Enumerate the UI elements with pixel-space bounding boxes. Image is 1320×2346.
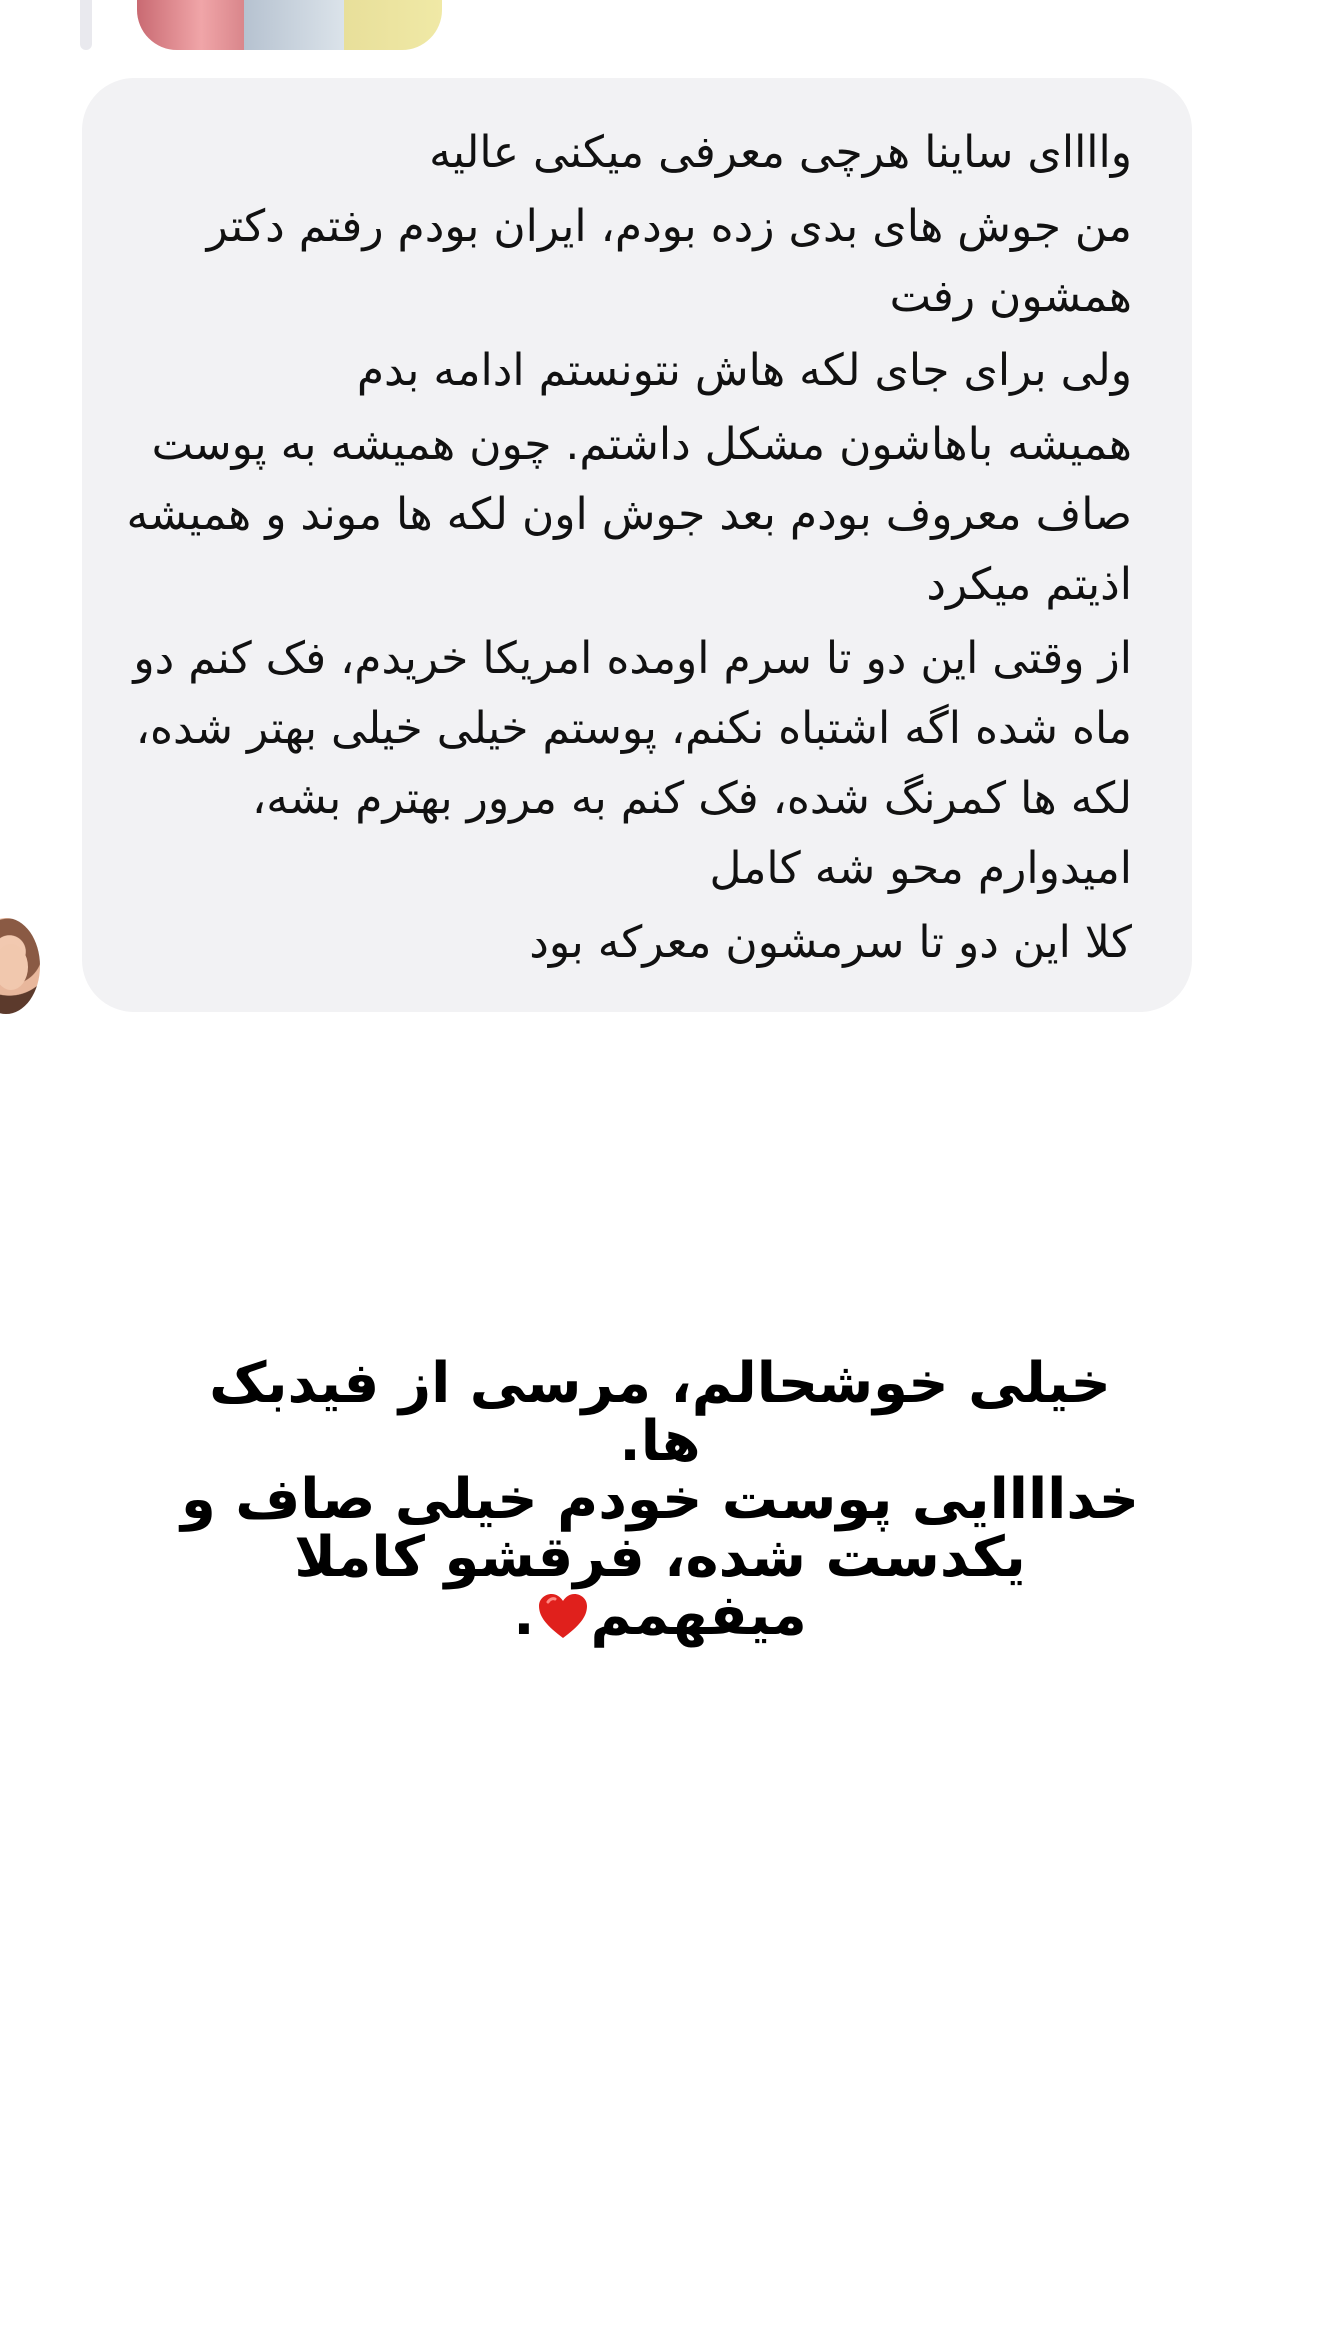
caption-line-3-text: یکدست شده، فرقشو کاملا میفهمم: [294, 1525, 1026, 1648]
message-paragraph: همیشه باهاشون مشکل داشتم. چون همیشه به پ…: [126, 419, 1132, 610]
message-paragraph: از وقتی این دو تا سرم اومده امریکا خریدم…: [133, 633, 1132, 894]
caption-line-3: یکدست شده، فرقشو کاملا میفهمم.: [180, 1529, 1140, 1645]
shared-story-thumbnail[interactable]: [137, 0, 442, 50]
caption-line-1: خیلی خوشحالم، مرسی از فیدبک ها.: [209, 1351, 1111, 1474]
story-caption: خیلی خوشحالم، مرسی از فیدبک ها. خداااایی…: [180, 1355, 1140, 1645]
caption-line-2: خداااایی پوست خودم خیلی صاف و: [180, 1467, 1140, 1532]
user-avatar[interactable]: [0, 918, 40, 1014]
message-bubble[interactable]: واااای ساینا هرچی معرفی میکنی عالیه من ج…: [82, 78, 1192, 1012]
message-paragraph: کلا این دو تا سرمشون معرکه بود: [529, 917, 1132, 968]
thumbnail-segment: [344, 0, 442, 50]
message-paragraph: ولی برای جای لکه هاش نتونستم ادامه بدم: [356, 345, 1132, 396]
caption-line-3-period: .: [513, 1583, 535, 1648]
story-screen: واااای ساینا هرچی معرفی میکنی عالیه من ج…: [0, 0, 1320, 2346]
thumbnail-segment: [243, 0, 345, 50]
message-paragraph: من جوش های بدی زده بودم، ایران بودم رفتم…: [206, 201, 1132, 322]
red-heart-icon: [538, 1594, 587, 1638]
reply-indicator-bar: [80, 0, 92, 50]
avatar-face: [0, 944, 28, 990]
message-paragraph: واااای ساینا هرچی معرفی میکنی عالیه: [429, 127, 1132, 178]
thumbnail-segment: [137, 0, 244, 50]
message-text: واااای ساینا هرچی معرفی میکنی عالیه من ج…: [122, 118, 1132, 978]
